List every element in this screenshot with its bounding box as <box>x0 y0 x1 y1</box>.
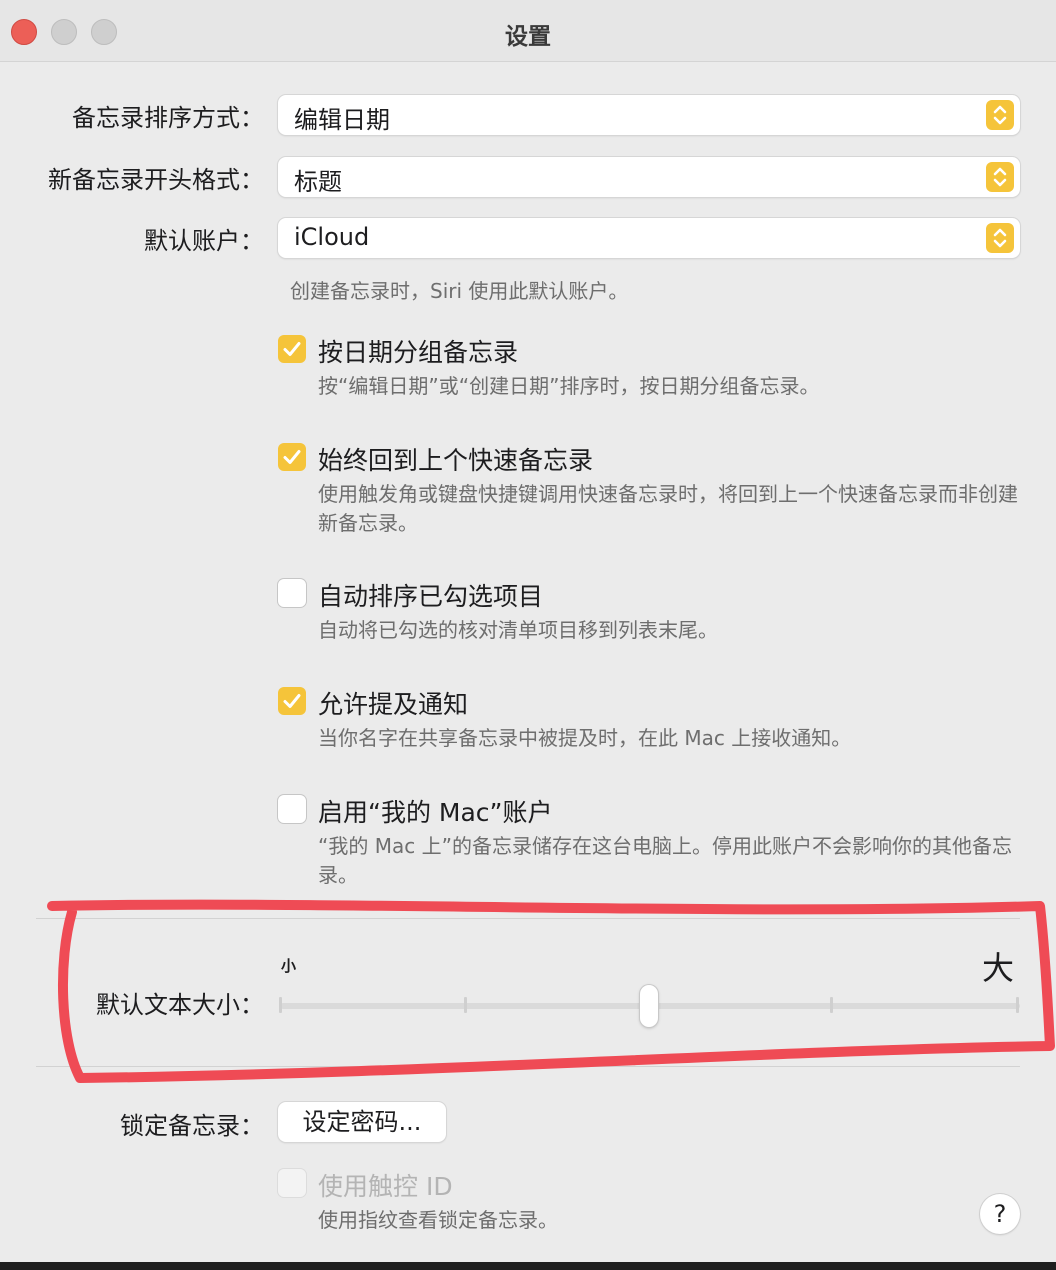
sort-order-value: 编辑日期 <box>294 106 390 134</box>
group-by-date-checkbox[interactable] <box>278 335 306 363</box>
default-account-value: iCloud <box>294 223 370 251</box>
on-my-mac-account-title: 启用“我的 Mac”账户 <box>318 798 553 827</box>
new-note-format-label: 新备忘录开头格式： <box>48 166 264 194</box>
text-size-slider-thumb[interactable] <box>640 985 658 1027</box>
touch-id-title: 使用触控 ID <box>318 1172 453 1201</box>
touch-id-checkbox[interactable] <box>278 1169 306 1197</box>
section-divider <box>36 1066 1020 1067</box>
slider-tick <box>1016 997 1019 1013</box>
lock-notes-label: 锁定备忘录： <box>120 1112 264 1140</box>
settings-window: 设置 备忘录排序方式： 编辑日期 新备忘录开头格式： 标题 默认账户： iClo… <box>0 0 1056 1262</box>
group-by-date-title: 按日期分组备忘录 <box>318 338 519 367</box>
slider-tick <box>464 997 467 1013</box>
sort-order-label: 备忘录排序方式： <box>72 104 264 132</box>
up-down-arrows-icon <box>986 223 1014 253</box>
checkmark-icon <box>283 694 301 708</box>
mention-notifications-title: 允许提及通知 <box>318 690 469 719</box>
auto-sort-checked-desc: 自动将已勾选的核对清单项目移到列表末尾。 <box>318 618 718 642</box>
on-my-mac-account-desc: “我的 Mac 上”的备忘录储存在这台电脑上。停用此账户不会影响你的其他备忘录。 <box>318 834 1012 887</box>
up-down-arrows-icon <box>986 162 1014 192</box>
slider-tick <box>830 997 833 1013</box>
text-size-large-label: 大 <box>982 949 1015 987</box>
set-password-button[interactable]: 设定密码... <box>278 1102 446 1142</box>
window-title: 设置 <box>505 24 551 50</box>
title-bar: 设置 <box>0 0 1056 62</box>
mention-notifications-checkbox[interactable] <box>278 687 306 715</box>
text-size-label: 默认文本大小： <box>96 991 264 1019</box>
default-account-label: 默认账户： <box>144 227 264 255</box>
auto-sort-checked-checkbox[interactable] <box>278 579 306 607</box>
section-divider <box>36 918 1020 919</box>
desktop-background-strip <box>0 1262 1056 1270</box>
on-my-mac-account-checkbox[interactable] <box>278 795 306 823</box>
group-by-date-desc: 按“编辑日期”或“创建日期”排序时，按日期分组备忘录。 <box>318 374 820 398</box>
default-account-hint: 创建备忘录时，Siri 使用此默认账户。 <box>290 279 629 303</box>
mention-notifications-desc: 当你名字在共享备忘录中被提及时，在此 Mac 上接收通知。 <box>318 726 852 750</box>
touch-id-desc: 使用指纹查看锁定备忘录。 <box>318 1208 558 1232</box>
up-down-arrows-icon <box>986 100 1014 130</box>
slider-tick <box>279 997 282 1013</box>
return-quick-note-desc: 使用触发角或键盘快捷键调用快速备忘录时，将回到上一个快速备忘录而非创建新备忘录。 <box>318 482 1018 535</box>
new-note-format-popup[interactable]: 标题 <box>278 157 1020 197</box>
help-button[interactable]: ? <box>980 1194 1020 1234</box>
checkmark-icon <box>283 450 301 464</box>
return-quick-note-checkbox[interactable] <box>278 443 306 471</box>
default-account-popup[interactable]: iCloud <box>278 218 1020 258</box>
sort-order-popup[interactable]: 编辑日期 <box>278 95 1020 135</box>
return-quick-note-title: 始终回到上个快速备忘录 <box>318 446 594 475</box>
checkmark-icon <box>283 342 301 356</box>
new-note-format-value: 标题 <box>294 168 342 196</box>
auto-sort-checked-title: 自动排序已勾选项目 <box>318 582 544 611</box>
text-size-small-label: 小 <box>281 957 297 975</box>
